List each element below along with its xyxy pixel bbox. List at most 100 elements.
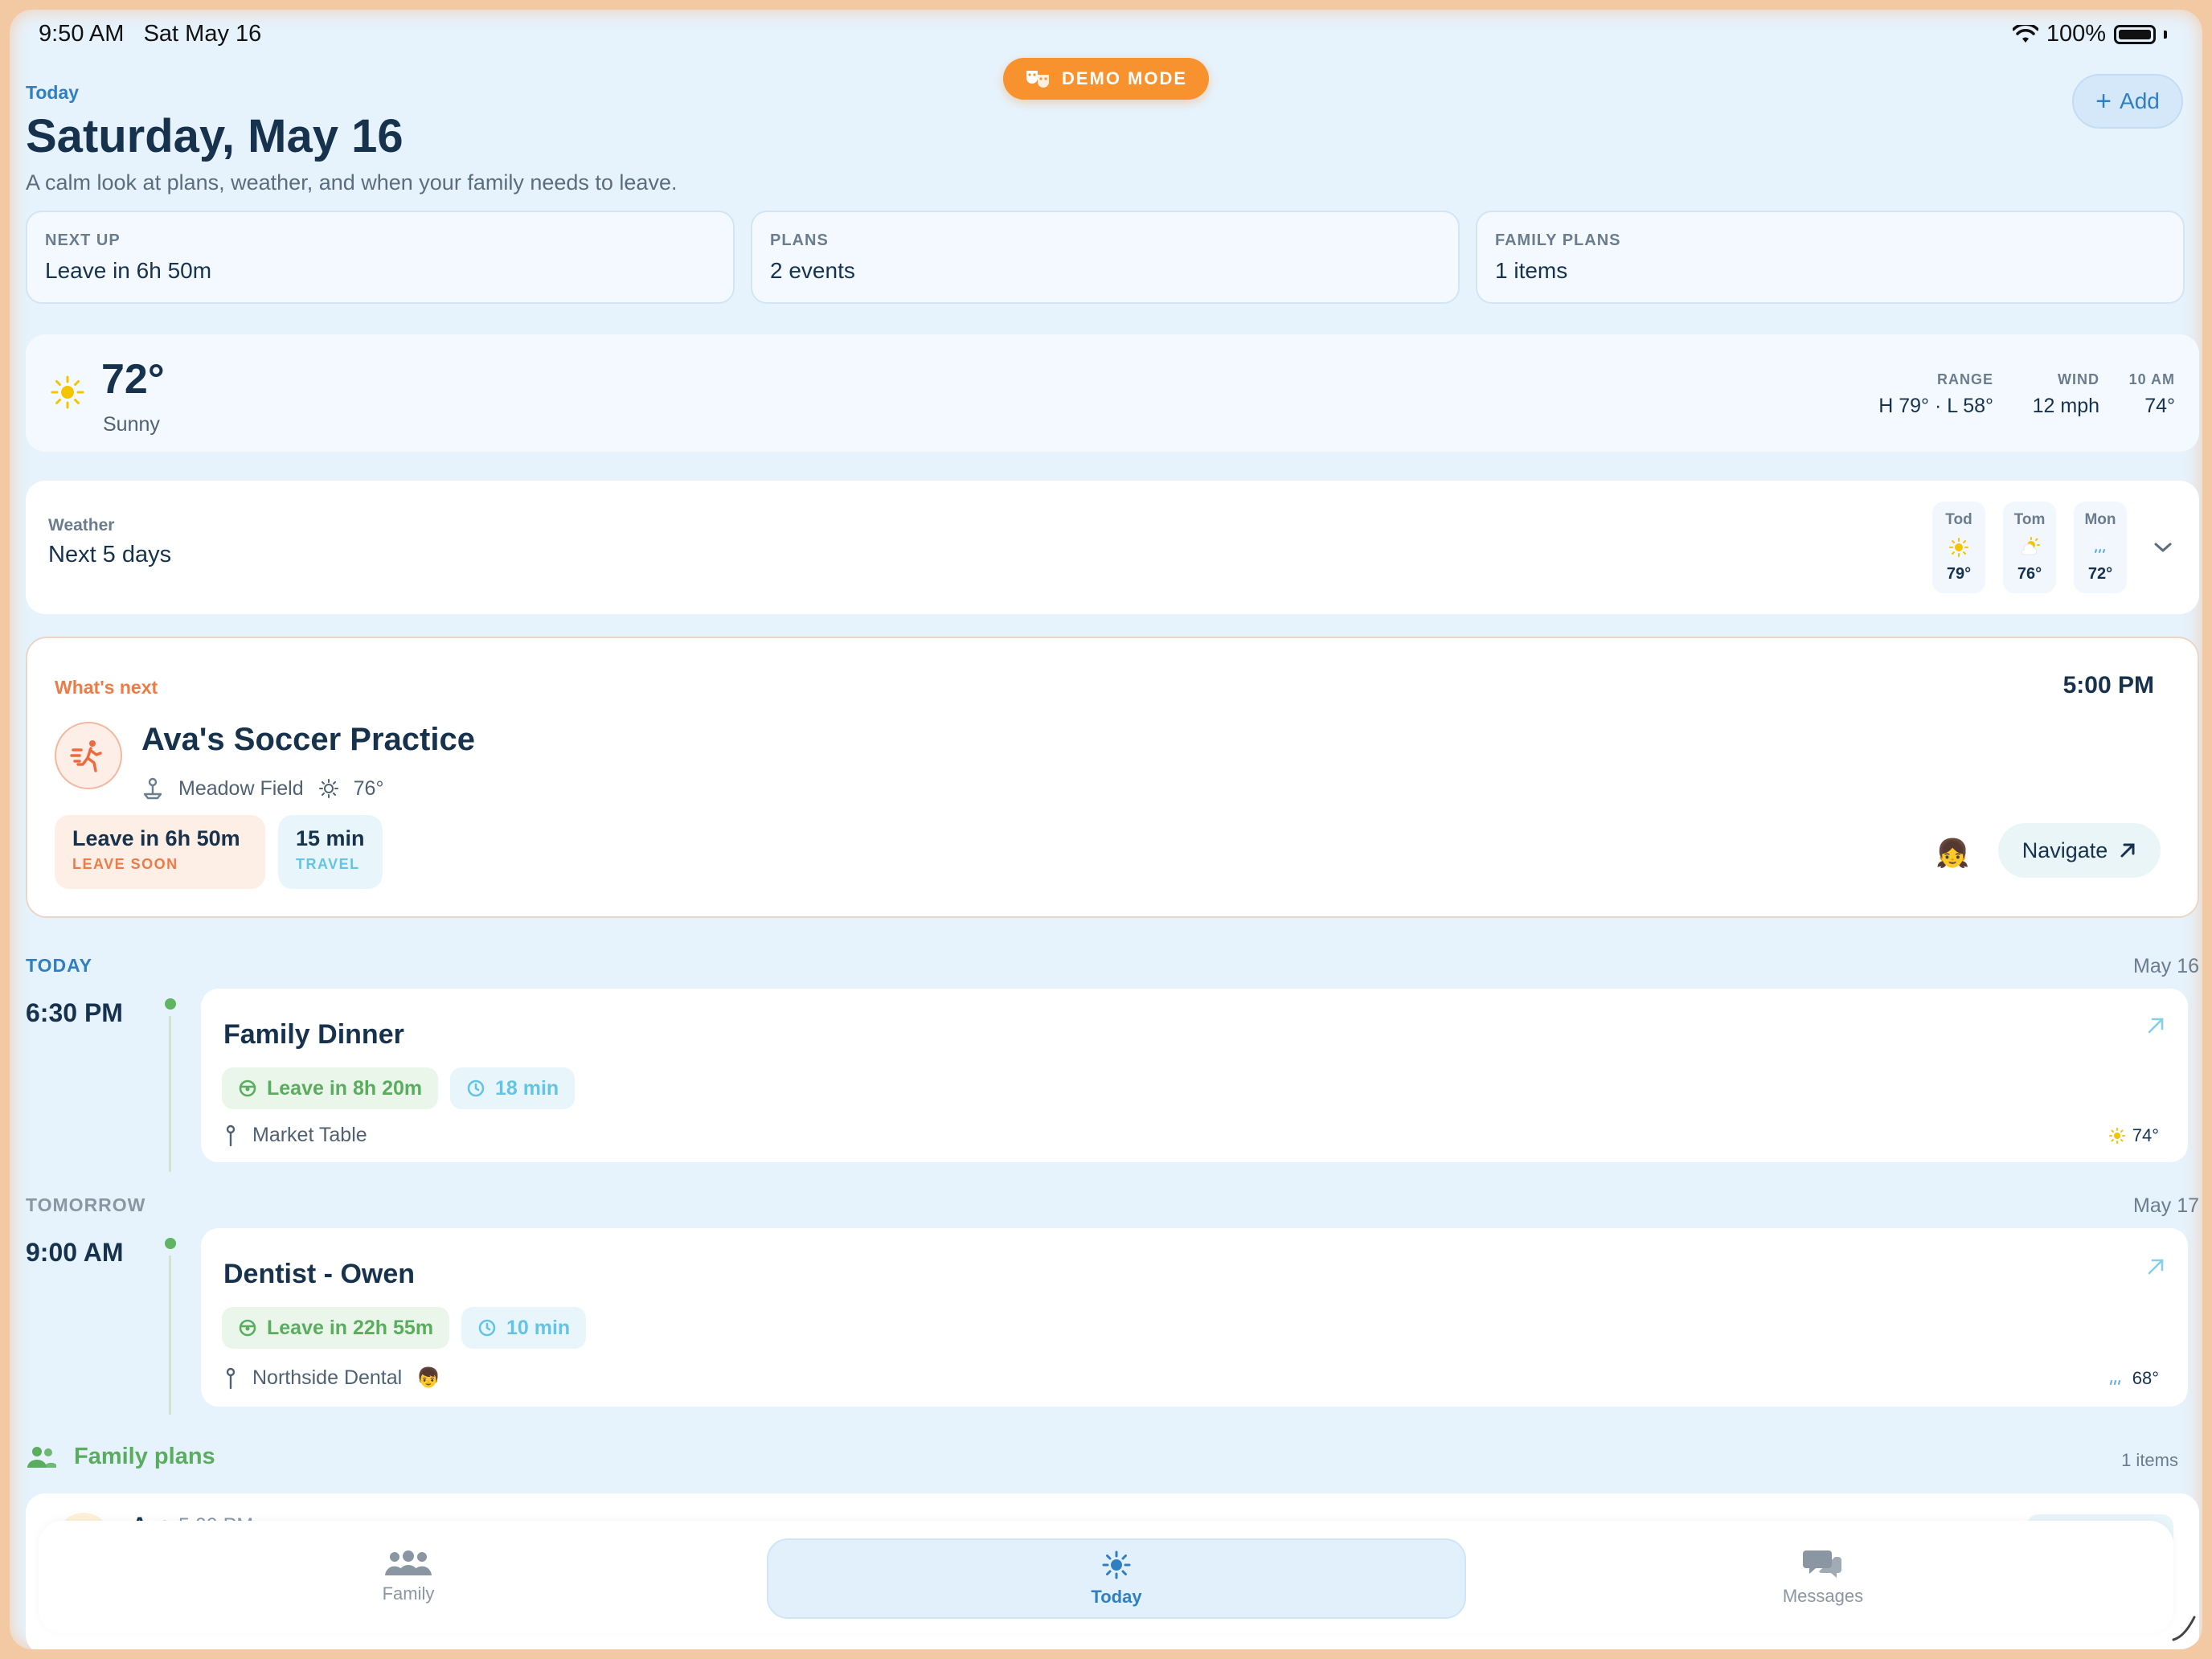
page-subtitle: A calm look at plans, weather, and when …	[26, 170, 678, 195]
summary-label: NEXT UP	[45, 231, 121, 249]
tab-messages[interactable]: Messages	[1614, 1530, 2032, 1624]
drizzle-icon	[2109, 1380, 2120, 1385]
messages-icon	[1803, 1550, 1841, 1578]
today-section-tag: TODAY	[26, 955, 92, 976]
steering-wheel-icon	[239, 1319, 256, 1337]
whats-next-tag: What's next	[55, 677, 158, 698]
timeline-dot	[165, 998, 176, 1010]
forecast-label: Weather	[48, 516, 115, 535]
weather-stat-wind: WIND 12 mph	[2032, 371, 2099, 417]
tab-messages-label: Messages	[1782, 1586, 1864, 1606]
whats-next-meta: Meadow Field 76°	[141, 776, 383, 801]
navigate-label: Navigate	[2022, 838, 2108, 862]
sun-icon	[2108, 1128, 2125, 1144]
clock-icon	[478, 1319, 496, 1337]
current-condition: Sunny	[103, 413, 160, 436]
drizzle-icon	[2091, 536, 2108, 553]
family-icon	[385, 1550, 432, 1575]
summary-card-plans[interactable]: PLANS 2 events	[751, 211, 1460, 304]
event-location: Market Table	[223, 1124, 367, 1147]
pin-icon	[226, 1367, 236, 1389]
forecast-day: Tom 76°	[2003, 502, 2056, 593]
weather-stat-range: RANGE H 79° · L 58°	[1878, 371, 1993, 417]
location-pin-icon	[143, 777, 162, 800]
add-button-label: Add	[2120, 88, 2160, 113]
event-temp: 76°	[353, 776, 384, 800]
event-title: Family Dinner	[223, 1019, 404, 1050]
forecast-day: Tod 79°	[1932, 502, 1985, 593]
steering-wheel-icon	[239, 1079, 256, 1097]
arrow-up-right-icon[interactable]	[2146, 1257, 2165, 1276]
pin-icon	[226, 1124, 236, 1146]
sun-icon	[51, 375, 84, 409]
header-tag: Today	[26, 82, 80, 103]
tomorrow-section-tag: TOMORROW	[26, 1194, 146, 1215]
tab-today[interactable]: Today	[767, 1538, 1466, 1619]
summary-label: FAMILY PLANS	[1495, 231, 1621, 249]
wifi-icon	[2012, 24, 2038, 43]
event-weather: 74°	[2108, 1125, 2159, 1146]
status-bar-time: 9:50 AM Sat May 16	[39, 21, 261, 47]
battery-icon	[2114, 24, 2156, 44]
family-member-avatar: 👦	[416, 1367, 441, 1389]
summary-value: Leave in 6h 50m	[45, 258, 212, 283]
pencil-hint-icon	[2172, 1616, 2196, 1641]
event-avatar	[55, 722, 122, 789]
summary-card-next-up[interactable]: NEXT UP Leave in 6h 50m	[26, 211, 735, 304]
summary-card-family-plans[interactable]: FAMILY PLANS 1 items	[1476, 211, 2185, 304]
sun-icon	[318, 779, 338, 798]
forecast-card[interactable]	[26, 481, 2199, 614]
event-time: 6:30 PM	[26, 998, 123, 1027]
leave-time-pill: Leave in 22h 55m	[222, 1307, 450, 1349]
leave-time-pill: Leave in 8h 20m	[222, 1067, 439, 1109]
family-plans-header: Family plans	[26, 1444, 215, 1470]
tab-family-label: Family	[382, 1583, 435, 1604]
clock-icon	[467, 1079, 485, 1097]
partly-sunny-icon	[2021, 536, 2040, 555]
weather-stat-10am: 10 AM 74°	[2128, 371, 2175, 417]
family-member-avatar: 👧	[1936, 838, 1970, 869]
current-temp: 72°	[101, 356, 165, 403]
arrow-up-right-icon[interactable]	[2146, 1016, 2165, 1035]
demo-mode-badge[interactable]: DEMO MODE	[1003, 58, 1209, 100]
tomorrow-section-date: May 17	[2133, 1194, 2199, 1217]
travel-time-pill: 18 min	[450, 1067, 576, 1109]
timeline-dot	[165, 1238, 176, 1249]
chevron-down-icon[interactable]	[2153, 540, 2173, 555]
forecast-day: Mon 72°	[2074, 502, 2127, 593]
status-bar-right: 100%	[2012, 21, 2167, 47]
plus-icon: +	[2095, 86, 2112, 117]
demo-mode-label: DEMO MODE	[1061, 68, 1188, 88]
tab-family[interactable]: Family	[199, 1530, 617, 1624]
leave-soon-pill: Leave in 6h 50m LEAVE SOON	[55, 815, 265, 889]
whats-next-title: Ava's Soccer Practice	[141, 722, 475, 757]
summary-value: 1 items	[1495, 258, 1568, 283]
summary-value: 2 events	[770, 258, 855, 283]
summary-label: PLANS	[770, 231, 829, 249]
family-plans-title: Family plans	[74, 1444, 215, 1469]
today-section-date: May 16	[2133, 955, 2199, 977]
timeline-line	[169, 1016, 171, 1172]
navigate-button[interactable]: Navigate	[1998, 823, 2161, 878]
event-time: 9:00 AM	[26, 1238, 124, 1267]
people-icon	[27, 1446, 56, 1468]
app-screen: 9:50 AM Sat May 16 100% DEMO MODE Today …	[10, 10, 2202, 1649]
sun-icon	[1102, 1550, 1131, 1579]
add-button[interactable]: + Add	[2072, 74, 2183, 129]
page-title: Saturday, May 16	[26, 110, 403, 162]
event-weather: 68°	[2107, 1368, 2159, 1389]
whats-next-time: 5:00 PM	[2062, 672, 2154, 698]
event-location: Northside Dental 👦	[223, 1366, 440, 1390]
tab-today-label: Today	[1091, 1587, 1142, 1607]
travel-pill: 15 min TRAVEL	[278, 815, 383, 889]
status-time: 9:50 AM	[39, 21, 125, 47]
timeline-line	[169, 1256, 171, 1415]
family-plans-count: 1 items	[2121, 1450, 2178, 1470]
sun-icon	[1949, 537, 1968, 557]
event-title: Dentist - Owen	[223, 1259, 416, 1289]
running-person-icon	[70, 740, 102, 772]
forecast-title: Next 5 days	[48, 542, 172, 567]
travel-time-pill: 10 min	[461, 1307, 587, 1349]
battery-percent: 100%	[2046, 21, 2106, 47]
theater-masks-icon	[1026, 71, 1049, 88]
